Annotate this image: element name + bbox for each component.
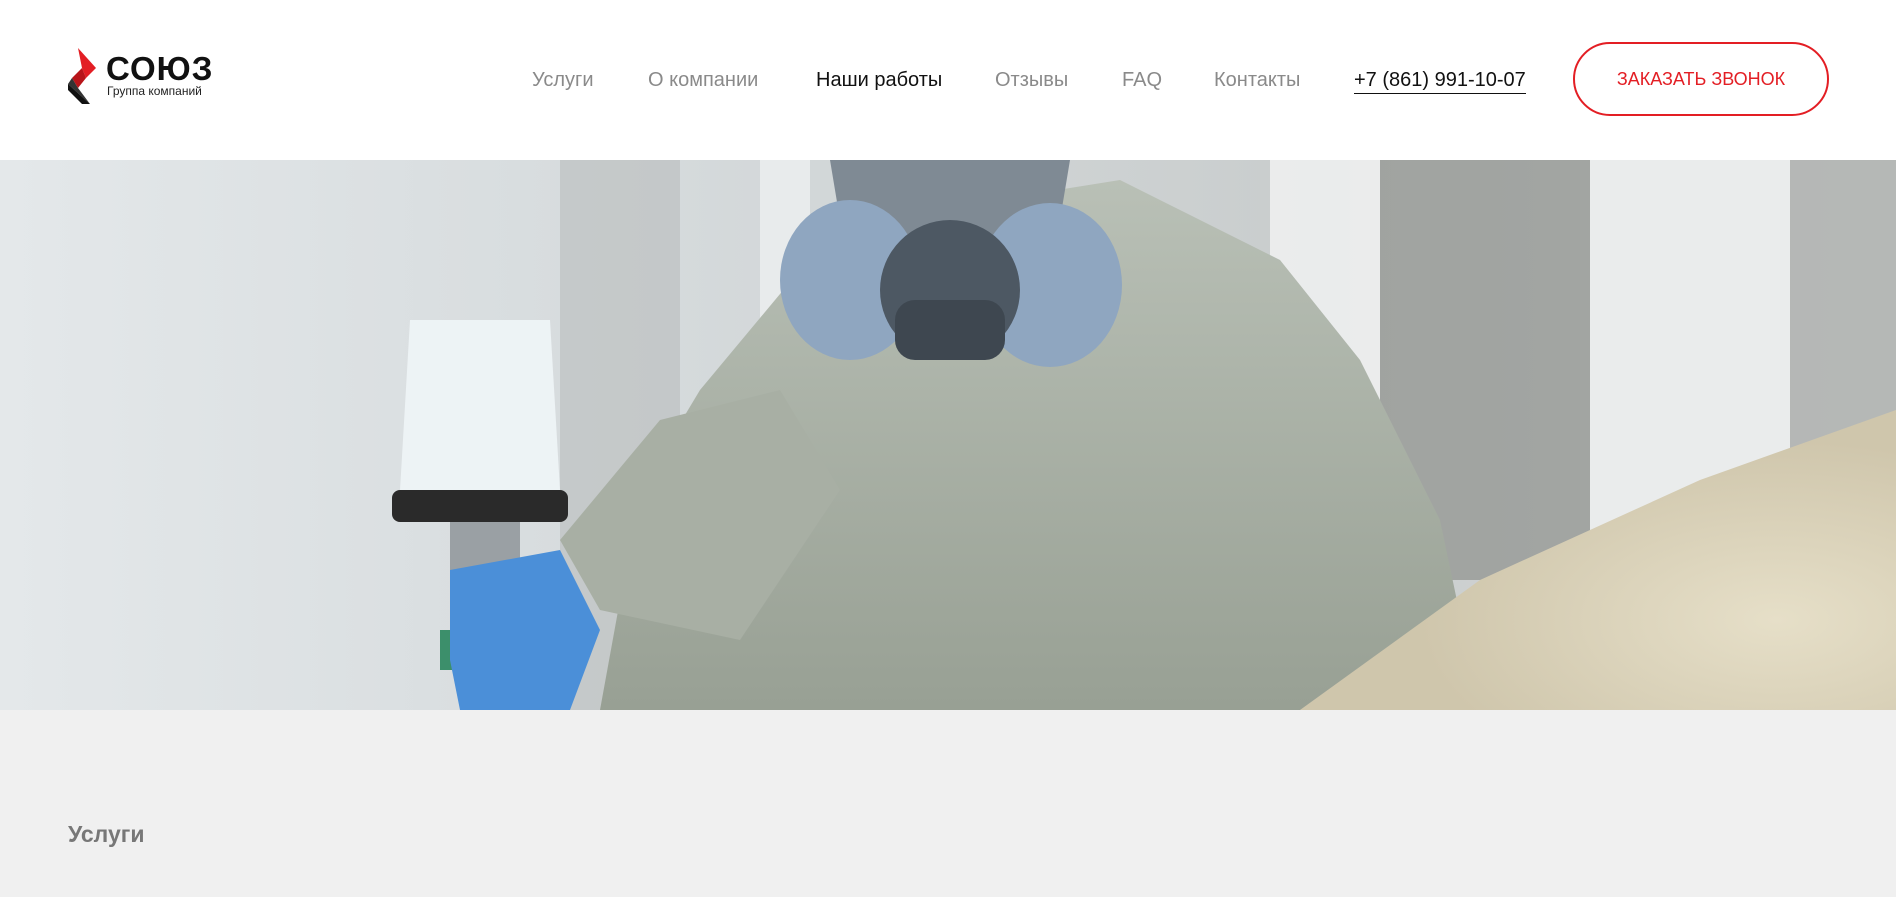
phone-link[interactable]: +7 (861) 991-10-07 [1354,68,1526,94]
nav-item-our-works[interactable]: Наши работы [816,68,942,92]
nav-item-reviews[interactable]: Отзывы [995,68,1068,92]
order-call-button[interactable]: ЗАКАЗАТЬ ЗВОНОК [1573,42,1829,116]
hero-photo [0,160,1896,710]
section-title: Услуги [68,821,145,847]
nav-item-contacts[interactable]: Контакты [1214,68,1300,92]
nav-item-services[interactable]: Услуги [532,68,594,92]
nav-item-about[interactable]: О компании [648,68,758,92]
services-section: Услуги [0,710,1896,897]
site-header: СОЮЗ Группа компаний Услуги О компании Н… [0,0,1896,160]
nav-item-faq[interactable]: FAQ [1122,68,1162,92]
hero-image [0,160,1896,710]
